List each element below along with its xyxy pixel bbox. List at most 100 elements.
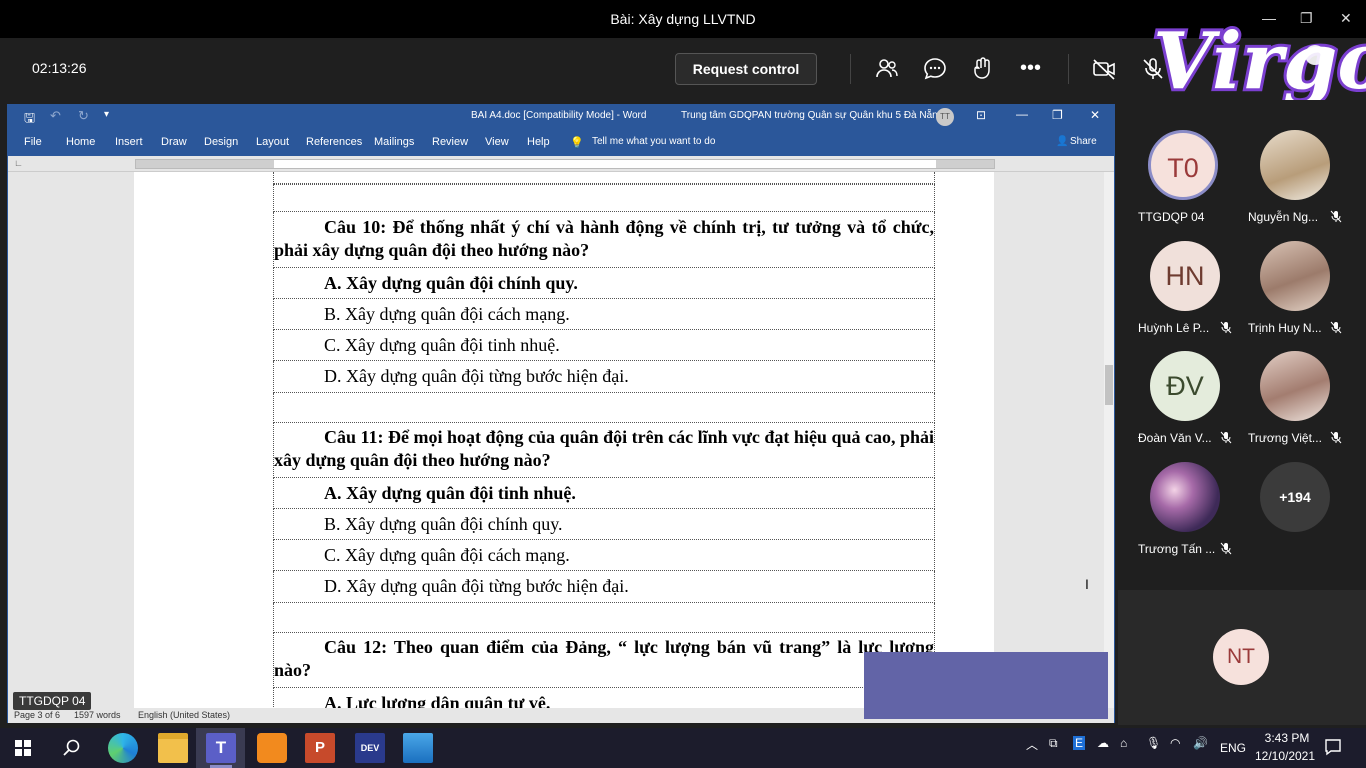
muted-icon bbox=[1220, 542, 1232, 555]
tab-help[interactable]: Help bbox=[527, 136, 550, 148]
word-count[interactable]: 1597 words bbox=[74, 710, 121, 720]
wifi-icon[interactable]: ◠ bbox=[1170, 736, 1180, 750]
show-hidden-icons[interactable]: ︿ bbox=[1026, 736, 1038, 753]
answer-11c: C. Xây dựng quân đội cách mạng. bbox=[324, 545, 570, 565]
volume-icon[interactable]: 🔊 bbox=[1193, 736, 1208, 750]
microphone-tray-icon[interactable]: 🎙 bbox=[1146, 736, 1161, 750]
share-icon[interactable]: 👤 bbox=[1056, 136, 1068, 147]
table-row: Câu 11: Để mọi hoạt động của quân đội tr… bbox=[273, 423, 935, 478]
pdf-app-icon[interactable] bbox=[257, 733, 287, 763]
scrollbar-thumb[interactable] bbox=[1105, 365, 1113, 405]
horizontal-ruler[interactable]: ∟ bbox=[8, 156, 1114, 172]
tab-file[interactable]: File bbox=[24, 136, 42, 148]
text-cursor-icon: I bbox=[1085, 576, 1089, 592]
chat-icon[interactable] bbox=[922, 56, 948, 82]
customize-qat-icon[interactable]: ▾ bbox=[104, 109, 109, 120]
muted-icon bbox=[1330, 321, 1342, 334]
avatar-photo bbox=[1150, 462, 1220, 532]
camera-off-icon[interactable] bbox=[1091, 56, 1117, 82]
table-row bbox=[273, 184, 935, 212]
request-control-button[interactable]: Request control bbox=[675, 53, 817, 85]
avatar-photo bbox=[1260, 130, 1330, 200]
logo-text: Virgo bbox=[1153, 16, 1366, 107]
toolbar-divider bbox=[1068, 54, 1069, 84]
participant-name: Trương Tấn ... bbox=[1138, 542, 1216, 556]
toolbar-divider bbox=[850, 54, 851, 84]
undo-icon[interactable]: ↶ bbox=[50, 108, 61, 124]
tab-review[interactable]: Review bbox=[432, 136, 468, 148]
tab-references[interactable]: References bbox=[306, 136, 362, 148]
vertical-scrollbar[interactable] bbox=[1104, 172, 1114, 708]
tab-draw[interactable]: Draw bbox=[161, 136, 187, 148]
share-button[interactable]: Share bbox=[1070, 136, 1097, 147]
ruler-left-margin bbox=[136, 160, 274, 168]
table-row: A. Lực lượng dân quân tự vệ. bbox=[273, 688, 935, 708]
participant-tile[interactable]: Trương Việt... bbox=[1248, 351, 1358, 456]
participant-tile[interactable]: T0 TTGDQP 04 bbox=[1138, 130, 1248, 235]
tell-me-box[interactable]: Tell me what you want to do bbox=[592, 136, 715, 147]
tab-mailings[interactable]: Mailings bbox=[374, 136, 414, 148]
dev-cpp-icon[interactable]: DEV bbox=[355, 733, 385, 763]
tab-layout[interactable]: Layout bbox=[256, 136, 289, 148]
tab-insert[interactable]: Insert bbox=[115, 136, 143, 148]
teams-icon[interactable]: T bbox=[206, 733, 236, 763]
more-options-icon[interactable]: ••• bbox=[1020, 58, 1041, 78]
self-avatar: NT bbox=[1213, 629, 1269, 685]
more-participants-count[interactable]: +194 bbox=[1260, 462, 1330, 532]
language-status[interactable]: English (United States) bbox=[138, 710, 230, 720]
account-name[interactable]: Trung tâm GDQPAN trường Quân sự Quân khu… bbox=[681, 110, 943, 121]
e-app-tray-icon[interactable]: E bbox=[1073, 736, 1086, 750]
word-close-icon[interactable]: ✕ bbox=[1090, 108, 1100, 122]
more-participants[interactable]: +194 bbox=[1248, 462, 1358, 567]
notifications-icon[interactable] bbox=[1324, 738, 1342, 756]
meet-now-icon[interactable]: ⧉ bbox=[1049, 736, 1058, 751]
photos-icon[interactable] bbox=[403, 733, 433, 763]
document-page[interactable]: Câu 10: Để thống nhất ý chí và hành động… bbox=[134, 172, 994, 708]
ribbon-display-icon[interactable]: ⊡ bbox=[976, 108, 986, 122]
document-area[interactable]: Câu 10: Để thống nhất ý chí và hành động… bbox=[8, 172, 1104, 708]
participant-tile[interactable]: Trương Tấn ... bbox=[1138, 462, 1248, 567]
participant-tile[interactable]: HN Huỳnh Lê P... bbox=[1138, 241, 1248, 346]
ruler-right-margin bbox=[936, 160, 994, 168]
ruler-scale[interactable] bbox=[135, 159, 995, 169]
participants-icon[interactable] bbox=[874, 56, 900, 82]
edge-icon[interactable] bbox=[108, 733, 138, 763]
ribbon-tabs: File Home Insert Draw Design Layout Refe… bbox=[8, 129, 1114, 156]
answer-10d: D. Xây dựng quân đội từng bước hiện đại. bbox=[324, 366, 629, 386]
table-row bbox=[273, 172, 935, 184]
word-titlebar: 🖫 ↶ ↻ ▾ BAI A4.doc [Compatibility Mode] … bbox=[8, 105, 1114, 129]
search-icon[interactable] bbox=[63, 739, 81, 757]
powerpoint-icon[interactable]: P bbox=[305, 733, 335, 763]
muted-icon bbox=[1330, 210, 1342, 223]
network-device-icon[interactable]: ⌂ bbox=[1120, 736, 1127, 750]
participant-name: TTGDQP 04 bbox=[1138, 210, 1205, 224]
onedrive-icon[interactable]: ☁ bbox=[1097, 736, 1109, 750]
word-minimize-icon[interactable]: — bbox=[1016, 107, 1028, 121]
answer-12a: A. Lực lượng dân quân tự vệ. bbox=[324, 693, 551, 708]
avatar-photo bbox=[1260, 351, 1330, 421]
input-language[interactable]: ENG bbox=[1220, 741, 1246, 755]
clock-time[interactable]: 3:43 PM bbox=[1262, 731, 1312, 745]
redo-icon[interactable]: ↻ bbox=[78, 108, 89, 124]
overlay-box bbox=[864, 652, 1108, 719]
answer-11a: A. Xây dựng quân đội tinh nhuệ. bbox=[324, 483, 576, 503]
windows-start-icon[interactable] bbox=[15, 740, 31, 756]
tab-view[interactable]: View bbox=[485, 136, 509, 148]
question-10: Câu 10: Để thống nhất ý chí và hành động… bbox=[274, 217, 934, 260]
participant-tile[interactable]: Trịnh Huy N... bbox=[1248, 241, 1358, 346]
file-explorer-icon[interactable] bbox=[158, 733, 188, 763]
tab-design[interactable]: Design bbox=[204, 136, 238, 148]
save-icon[interactable]: 🖫 bbox=[24, 109, 35, 131]
table-row: Câu 10: Để thống nhất ý chí và hành động… bbox=[273, 212, 935, 268]
lightbulb-icon: 💡 bbox=[570, 137, 584, 149]
account-avatar[interactable]: TT bbox=[936, 108, 954, 126]
participant-tile[interactable]: Nguyễn Ng... bbox=[1248, 130, 1358, 235]
table-row: D. Xây dựng quân đội từng bước hiện đại. bbox=[273, 361, 935, 393]
clock-date[interactable]: 12/10/2021 bbox=[1250, 749, 1320, 763]
page-count[interactable]: Page 3 of 6 bbox=[14, 710, 60, 720]
tab-selector-icon[interactable]: ∟ bbox=[14, 158, 23, 168]
tab-home[interactable]: Home bbox=[66, 136, 95, 148]
reactions-icon[interactable] bbox=[970, 56, 996, 82]
word-restore-icon[interactable]: ❐ bbox=[1052, 108, 1063, 122]
participant-tile[interactable]: ĐV Đoàn Văn V... bbox=[1138, 351, 1248, 456]
